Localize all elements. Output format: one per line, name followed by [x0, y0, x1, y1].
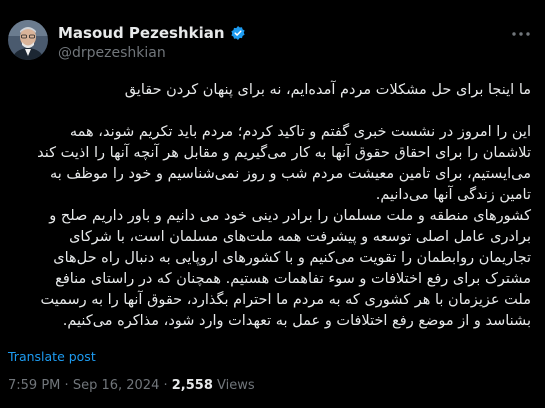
meta-separator: ·	[163, 378, 168, 393]
tweet-paragraph-1: این را امروز در نشست خبری گفتم و تاکید ک…	[37, 124, 531, 203]
tweet-paragraph-2: کشورهای منطقه و ملت مسلمان را برادر دینی…	[40, 208, 531, 329]
avatar-image	[8, 20, 48, 60]
views-count: 2,558	[171, 378, 213, 393]
author-name-row: Masoud Pezeshkian	[58, 24, 246, 42]
tweet-headline: ما اینجا برای حل مشکلات مردم آمده‌ایم، ن…	[124, 82, 531, 98]
author-handle[interactable]: @drpezeshkian	[58, 45, 166, 61]
tweet-header: Masoud Pezeshkian @drpezeshkian	[0, 0, 545, 80]
avatar[interactable]	[8, 20, 48, 60]
translate-post-link[interactable]: Translate post	[8, 349, 96, 364]
author-display-name[interactable]: Masoud Pezeshkian	[58, 24, 225, 42]
post-date[interactable]: Sep 16, 2024	[73, 378, 160, 393]
tweet-text: ما اینجا برای حل مشکلات مردم آمده‌ایم، ن…	[26, 80, 531, 332]
verified-badge-icon	[230, 26, 245, 40]
views-label: Views	[217, 378, 255, 393]
tweet-meta: 7:59 PM · Sep 16, 2024 · 2,558 Views	[8, 378, 255, 393]
meta-separator: ·	[64, 378, 69, 393]
more-options-icon[interactable]	[509, 24, 533, 44]
post-time[interactable]: 7:59 PM	[8, 378, 60, 393]
